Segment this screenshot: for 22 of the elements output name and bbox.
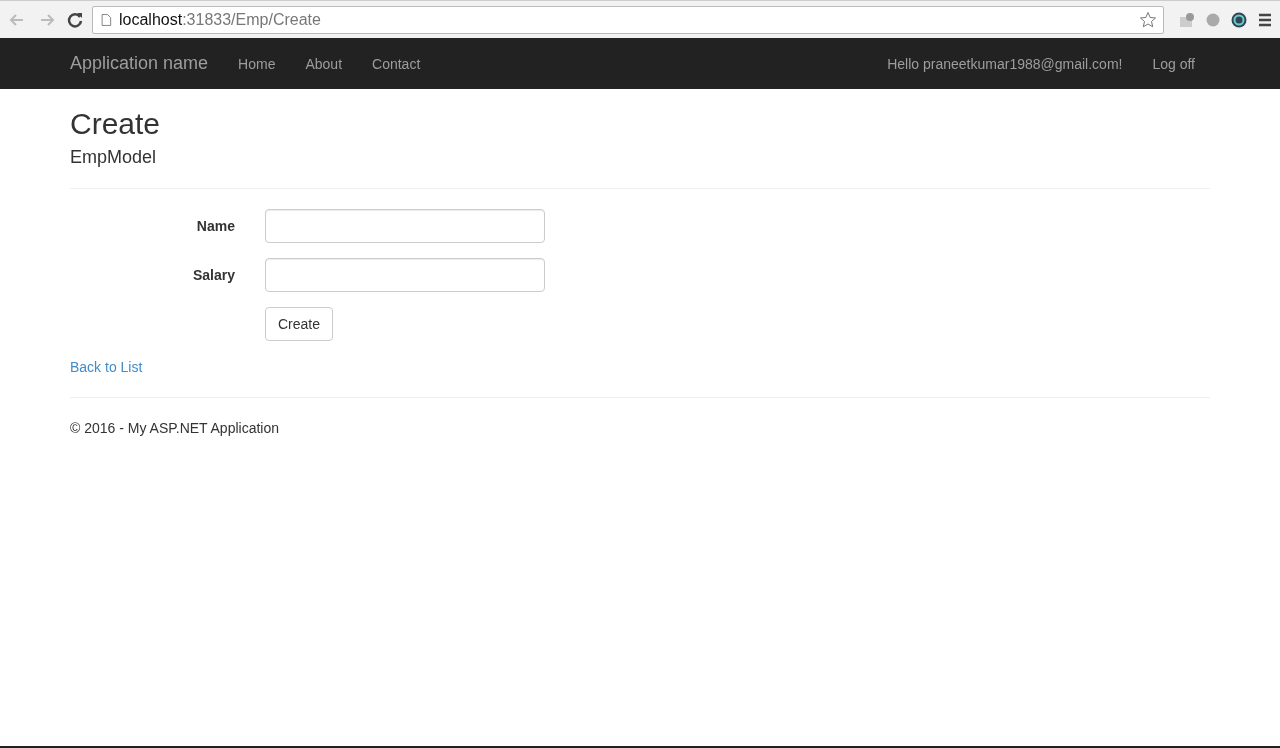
input-field[interactable] xyxy=(265,209,545,243)
nav-link[interactable]: Home xyxy=(238,55,276,72)
page-title: Create xyxy=(70,107,162,141)
url-text: localhost:31833/Emp/Create xyxy=(119,10,322,29)
address-bar[interactable]: localhost:31833/Emp/Create xyxy=(92,5,1164,34)
field-label: Salary xyxy=(191,267,236,283)
logoff-link[interactable]: Log off xyxy=(1152,55,1195,72)
circle-logo-icon[interactable] xyxy=(1230,10,1248,29)
page-subtitle: EmpModel xyxy=(70,147,158,168)
nav-link[interactable]: Contact xyxy=(372,55,421,72)
extension-icon[interactable] xyxy=(1178,10,1196,29)
user-greeting-link[interactable]: Hello praneetkumar1988@gmail.com! xyxy=(887,55,1123,72)
field-label: Name xyxy=(195,218,236,234)
reload-icon[interactable] xyxy=(66,10,84,29)
star-icon[interactable] xyxy=(1139,10,1157,29)
input-field[interactable] xyxy=(265,258,545,292)
footer-text: © 2016 - My ASP.NET Application xyxy=(70,420,281,436)
brand-link[interactable]: Application name xyxy=(70,53,209,74)
back-link[interactable]: Back to List xyxy=(70,359,143,375)
nav-link[interactable]: About xyxy=(305,55,343,72)
page-icon xyxy=(99,12,113,27)
create-button[interactable]: Create xyxy=(265,307,334,341)
